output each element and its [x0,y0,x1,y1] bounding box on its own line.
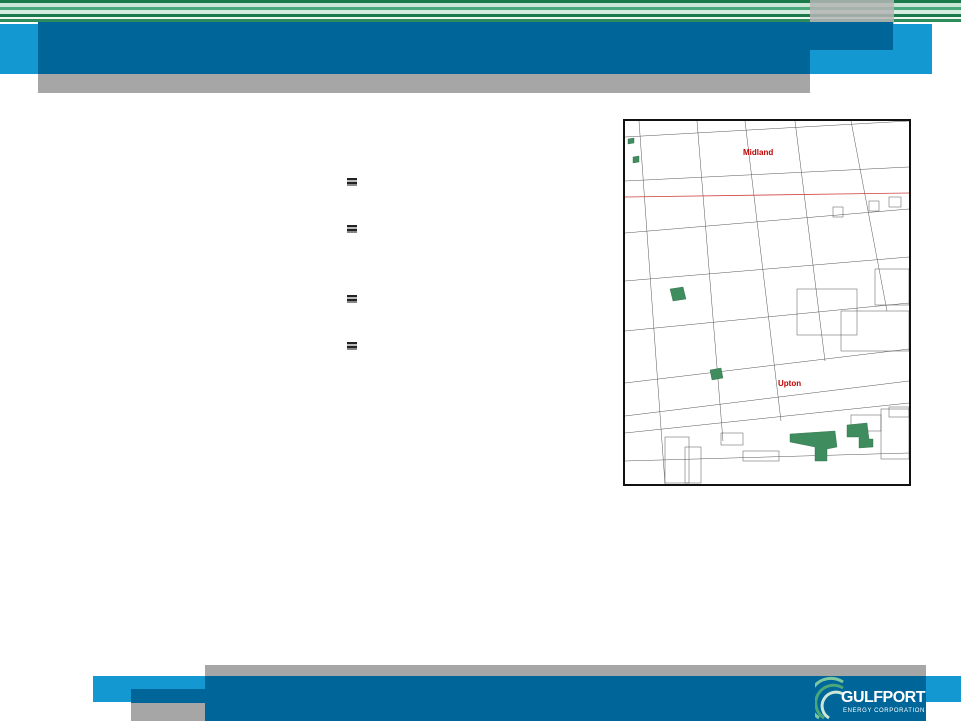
header-gray-underline [38,74,810,93]
bullet-icon [347,342,357,350]
lease-map: Midland Upton [623,119,911,486]
county-line [625,192,909,198]
footer-right-strip [926,702,961,721]
map-plat [625,121,909,484]
company-logo: GULFPORT ENERGY CORPORATION [815,676,927,720]
logo-tagline: ENERGY CORPORATION [843,708,925,714]
bullet-icon [347,295,357,303]
bullet-icon [347,178,357,186]
bullet-icon [347,225,357,233]
county-label-midland: Midland [743,148,774,157]
logo-wordmark: GULFPORT [841,689,926,706]
header-blue-bar [38,22,893,50]
lease-tracts [627,137,874,462]
header-blue-bar-lower [38,50,810,74]
county-label-upton: Upton [778,379,802,388]
footer-blue-bar-left [131,689,205,703]
header-gray-block [810,0,894,24]
footer-gray-block [131,703,205,721]
footer-gray-bar [205,665,926,676]
